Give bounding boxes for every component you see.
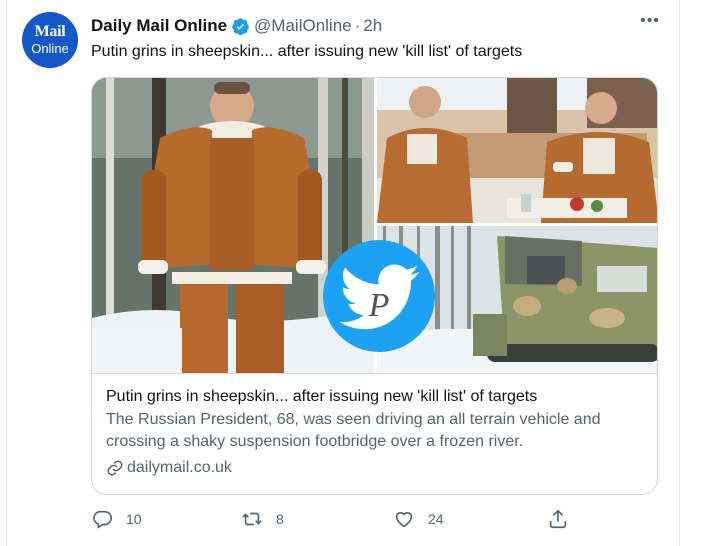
share-icon bbox=[549, 509, 567, 529]
reply-icon bbox=[93, 510, 112, 529]
timestamp[interactable]: 2h bbox=[363, 16, 382, 36]
retweet-count: 8 bbox=[276, 511, 284, 527]
twitter-bird-badge: P bbox=[323, 240, 435, 352]
retweet-button[interactable]: 8 bbox=[241, 508, 284, 530]
timeline-border-right bbox=[679, 0, 680, 546]
like-button[interactable]: 24 bbox=[393, 508, 444, 530]
tweet-actions: 10 8 24 bbox=[91, 508, 571, 532]
display-name[interactable]: Daily Mail Online bbox=[91, 16, 227, 36]
avatar-line2: Online bbox=[31, 41, 69, 56]
like-icon bbox=[395, 512, 413, 528]
card-title: Putin grins in sheepskin... after issuin… bbox=[106, 388, 538, 405]
badge-letter: P bbox=[368, 287, 390, 324]
twitter-bird-icon: P bbox=[339, 264, 419, 330]
avatar-line1: Mail bbox=[34, 23, 66, 40]
like-count: 24 bbox=[428, 511, 444, 527]
card-domain: dailymail.co.uk bbox=[106, 457, 232, 479]
card-image-top-right bbox=[377, 78, 657, 223]
tweet-text: Putin grins in sheepskin... after issuin… bbox=[91, 43, 523, 60]
reply-count: 10 bbox=[126, 511, 142, 527]
link-icon bbox=[107, 460, 123, 476]
retweet-icon bbox=[242, 512, 262, 526]
tweet[interactable]: Mail Online Daily Mail Online @MailOnlin… bbox=[0, 0, 701, 546]
verified-badge-icon bbox=[232, 17, 249, 35]
handle[interactable]: @MailOnline bbox=[254, 16, 352, 36]
timeline-border-left bbox=[6, 0, 7, 546]
card-info[interactable]: Putin grins in sheepskin... after issuin… bbox=[92, 373, 657, 494]
tweet-header: Daily Mail Online @MailOnline · 2h bbox=[91, 13, 382, 39]
separator-dot: · bbox=[354, 16, 361, 35]
reply-button[interactable]: 10 bbox=[91, 508, 142, 530]
share-button[interactable] bbox=[547, 508, 569, 530]
more-icon[interactable]: ••• bbox=[639, 13, 661, 36]
avatar[interactable]: Mail Online bbox=[22, 12, 78, 68]
card-description: The Russian President, 68, was seen driv… bbox=[106, 411, 601, 450]
card-domain-text: dailymail.co.uk bbox=[127, 459, 232, 476]
